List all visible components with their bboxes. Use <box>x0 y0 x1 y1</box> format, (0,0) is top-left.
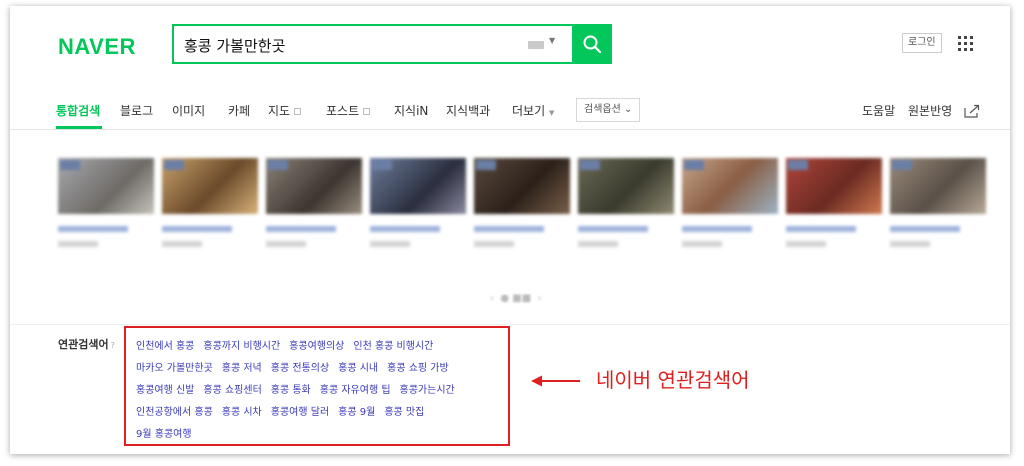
related-search-item[interactable]: 홍콩 9월 <box>338 407 375 418</box>
related-search-item[interactable]: 홍콩 시내 <box>338 363 378 374</box>
caret-down-icon: ▼ <box>548 109 555 117</box>
image-thumbnail[interactable] <box>890 158 986 247</box>
related-search-item[interactable]: 홍콩 전통의상 <box>271 363 329 374</box>
search-options-button[interactable]: 검색옵션 ⌄ <box>576 98 641 122</box>
related-row: 홍콩여행 신발 홍콩 쇼핑센터 홍콩 통화 홍콩 자유여행 팁 홍콩가는시간 <box>136 381 464 396</box>
search-icon <box>583 35 602 54</box>
tab-post-label: 포스트 <box>326 104 360 118</box>
image-thumbnail[interactable] <box>58 158 154 247</box>
external-icon <box>363 108 371 115</box>
search-tabs: 통합검색 블로그 이미지 카페 지도 포스트 지식iN 지식백과 더보기 ▼ 검… <box>10 90 1010 130</box>
tab-integrated[interactable]: 통합검색 <box>56 102 100 119</box>
tab-more-label: 더보기 <box>512 104 546 118</box>
search-options-label: 검색옵션 <box>584 104 621 115</box>
related-search-title: 연관검색어 <box>58 338 109 351</box>
related-search-item[interactable]: 홍콩여행 신발 <box>136 385 194 396</box>
related-row: 인천공항에서 홍콩 홍콩 시차 홍콩여행 달러 홍콩 9월 홍콩 맛집 <box>136 403 433 418</box>
tab-image[interactable]: 이미지 <box>172 102 205 119</box>
help-icon[interactable]: ? <box>111 341 115 350</box>
related-search-item[interactable]: 인천 홍콩 비행시간 <box>353 341 433 352</box>
related-row: 마카오 가볼만한곳 홍콩 저녁 홍콩 전통의상 홍콩 시내 홍콩 쇼핑 가방 <box>136 359 458 374</box>
search-input[interactable] <box>184 32 514 58</box>
browser-page: NAVER ▼ 로그인 통합검색 블로그 이미지 카페 지도 포스트 지식iN … <box>10 6 1010 454</box>
tab-encyclopedia[interactable]: 지식백과 <box>446 102 490 119</box>
active-tab-indicator <box>56 126 102 129</box>
related-search-item[interactable]: 9월 홍콩여행 <box>136 429 192 440</box>
tab-map-label: 지도 <box>268 104 291 118</box>
related-search-item[interactable]: 홍콩여행 달러 <box>271 407 329 418</box>
image-thumbnail-strip <box>58 158 988 268</box>
original-reflect-link[interactable]: 원본반영 <box>908 102 952 119</box>
share-icon[interactable] <box>964 104 980 118</box>
image-thumbnail[interactable] <box>786 158 882 247</box>
related-search-item[interactable]: 홍콩까지 비행시간 <box>203 341 280 352</box>
thumbnail-pager[interactable]: ‹ ● ■■ › <box>490 293 542 304</box>
related-search-item[interactable]: 홍콩 통화 <box>271 385 311 396</box>
chevron-down-icon: ⌄ <box>624 104 633 115</box>
image-thumbnail[interactable] <box>474 158 570 247</box>
tab-post[interactable]: 포스트 <box>326 102 371 119</box>
divider <box>10 324 1010 325</box>
tab-map[interactable]: 지도 <box>268 102 302 119</box>
related-search-item[interactable]: 인천에서 홍콩 <box>136 341 194 352</box>
related-row: 인천에서 홍콩 홍콩까지 비행시간 홍콩여행의상 인천 홍콩 비행시간 <box>136 337 442 352</box>
login-button[interactable]: 로그인 <box>902 33 942 53</box>
related-search-item[interactable]: 홍콩여행의상 <box>289 341 344 352</box>
tab-cafe[interactable]: 카페 <box>228 102 250 119</box>
related-search-item[interactable]: 홍콩 저녁 <box>222 363 262 374</box>
search-button[interactable] <box>572 24 612 64</box>
caret-down-icon[interactable]: ▼ <box>549 36 555 45</box>
related-search-label: 연관검색어? <box>58 336 115 352</box>
related-row: 9월 홍콩여행 <box>136 425 201 440</box>
help-link[interactable]: 도움말 <box>862 102 895 119</box>
related-search-item[interactable]: 홍콩 시차 <box>222 407 262 418</box>
related-search-item[interactable]: 홍콩 쇼핑 가방 <box>387 363 449 374</box>
tab-more[interactable]: 더보기 ▼ <box>512 102 554 119</box>
related-search-item[interactable]: 홍콩 자유여행 팁 <box>320 385 391 396</box>
tab-kin[interactable]: 지식iN <box>394 102 428 119</box>
related-search-item[interactable]: 마카오 가볼만한곳 <box>136 363 213 374</box>
related-search-item[interactable]: 홍콩 맛집 <box>384 407 424 418</box>
image-thumbnail[interactable] <box>370 158 466 247</box>
related-search-item[interactable]: 홍콩가는시간 <box>400 385 455 396</box>
related-search-highlight: 인천에서 홍콩 홍콩까지 비행시간 홍콩여행의상 인천 홍콩 비행시간 마카오 가볼만… <box>124 326 510 446</box>
related-search-item[interactable]: 인천공항에서 홍콩 <box>136 407 213 418</box>
naver-logo[interactable]: NAVER <box>58 34 136 60</box>
tab-blog[interactable]: 블로그 <box>120 102 153 119</box>
image-thumbnail[interactable] <box>162 158 258 247</box>
image-thumbnail[interactable] <box>578 158 674 247</box>
image-thumbnail[interactable] <box>682 158 778 247</box>
keyboard-icon[interactable] <box>528 41 544 49</box>
search-box: ▼ <box>172 24 612 64</box>
related-search-item[interactable]: 홍콩 쇼핑센터 <box>203 385 261 396</box>
apps-grid-icon[interactable] <box>958 36 973 51</box>
annotation-label: 네이버 연관검색어 <box>596 368 750 392</box>
external-icon <box>294 108 302 115</box>
image-thumbnail[interactable] <box>266 158 362 247</box>
arrow-left-icon <box>531 375 580 387</box>
